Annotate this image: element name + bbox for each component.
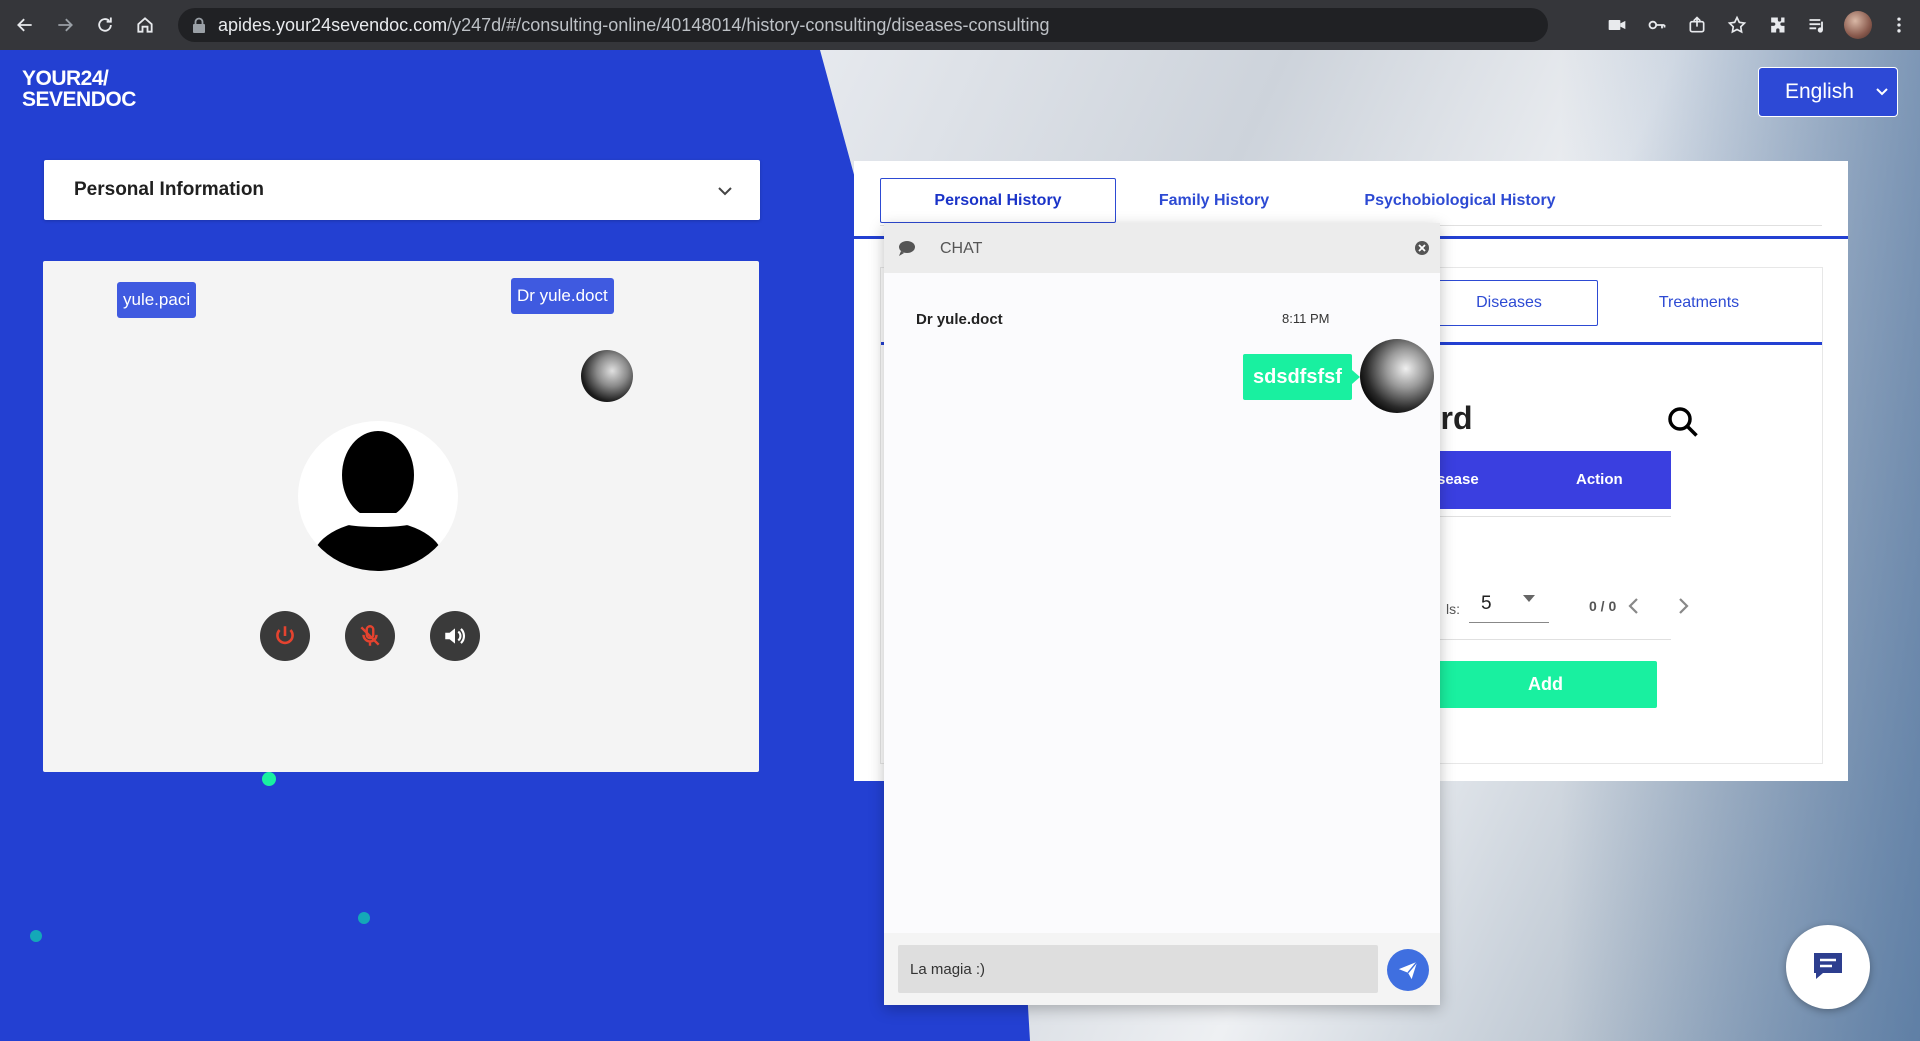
chevron-right-icon[interactable] xyxy=(1673,595,1693,617)
personal-information-accordion[interactable]: Personal Information xyxy=(44,160,760,220)
page: YOUR24/ SEVENDOC English Personal Inform… xyxy=(0,50,1920,1041)
bookmark-star-icon[interactable] xyxy=(1724,12,1750,38)
subtab-treatments[interactable]: Treatments xyxy=(1624,280,1774,326)
chat-title: CHAT xyxy=(940,240,983,257)
language-select[interactable]: English xyxy=(1758,67,1898,117)
home-icon[interactable] xyxy=(130,10,160,40)
accordion-title: Personal Information xyxy=(74,179,265,200)
language-selected: English xyxy=(1785,80,1854,103)
sender-avatar xyxy=(1360,339,1434,413)
add-button[interactable]: Add xyxy=(1434,661,1657,708)
video-call-panel: yule.paci Dr yule.doct xyxy=(43,261,759,772)
history-tabs: Personal History Family History Psychobi… xyxy=(880,178,1822,226)
chat-header: CHAT xyxy=(884,223,1440,273)
message-time: 8:11 PM xyxy=(1282,311,1330,326)
camera-icon[interactable] xyxy=(1604,12,1630,38)
media-queue-icon[interactable] xyxy=(1804,12,1830,38)
decor-dot xyxy=(358,912,370,924)
tab-family-history[interactable]: Family History xyxy=(1146,178,1282,223)
kebab-menu-icon[interactable] xyxy=(1886,12,1912,38)
speaker-button[interactable] xyxy=(430,611,480,661)
chat-message-icon xyxy=(1814,953,1842,979)
profile-avatar[interactable] xyxy=(1844,11,1872,39)
chat-message-input[interactable] xyxy=(898,945,1378,993)
doctor-name-tag: Dr yule.doct xyxy=(511,278,614,314)
pagination-count: 0 / 0 xyxy=(1589,598,1617,614)
extensions-icon[interactable] xyxy=(1764,12,1790,38)
rows-per-page-label: ls: xyxy=(1446,601,1460,617)
close-icon[interactable] xyxy=(1414,240,1430,256)
decor-dot xyxy=(262,772,276,786)
chevron-left-icon[interactable] xyxy=(1624,595,1644,617)
subtab-diseases[interactable]: Diseases xyxy=(1420,280,1598,326)
send-icon xyxy=(1398,961,1418,980)
patient-name-tag: yule.paci xyxy=(117,282,197,318)
chevron-down-icon xyxy=(1876,88,1888,96)
mute-button[interactable] xyxy=(345,611,395,661)
reload-icon[interactable] xyxy=(90,10,120,40)
message-sender: Dr yule.doct xyxy=(916,311,1003,328)
doctor-video-thumbnail xyxy=(581,350,633,402)
column-header-action: Action xyxy=(1576,471,1623,488)
send-button[interactable] xyxy=(1387,949,1429,991)
browser-toolbar: apides.your24sevendoc.com/y247d/#/consul… xyxy=(0,0,1920,50)
forward-icon[interactable] xyxy=(50,10,80,40)
share-icon[interactable] xyxy=(1684,12,1710,38)
tab-personal-history[interactable]: Personal History xyxy=(880,178,1116,223)
brand-logo[interactable]: YOUR24/ SEVENDOC xyxy=(22,68,142,114)
chevron-down-icon xyxy=(718,187,732,196)
search-icon[interactable] xyxy=(1666,405,1700,439)
chat-bubble-icon xyxy=(899,241,915,256)
chat-composer xyxy=(884,933,1440,1005)
back-icon[interactable] xyxy=(10,10,40,40)
chat-window: CHAT Dr yule.doct 8:11 PM sdsdfsfsf xyxy=(884,223,1440,1005)
url-text: apides.your24sevendoc.com/y247d/#/consul… xyxy=(218,14,1050,35)
address-bar[interactable]: apides.your24sevendoc.com/y247d/#/consul… xyxy=(178,8,1548,42)
rows-per-page-select[interactable]: 5 xyxy=(1469,583,1549,623)
tab-psychobiological-history[interactable]: Psychobiological History xyxy=(1360,178,1560,223)
power-icon xyxy=(276,626,294,645)
browser-actions xyxy=(1604,8,1912,42)
speaker-icon xyxy=(445,628,465,644)
message-bubble: sdsdfsfsf xyxy=(1243,354,1360,400)
patient-avatar xyxy=(298,421,458,571)
open-chat-button[interactable] xyxy=(1786,925,1870,1009)
key-icon[interactable] xyxy=(1644,12,1670,38)
caret-down-icon xyxy=(1523,595,1535,602)
end-call-button[interactable] xyxy=(260,611,310,661)
decor-dot xyxy=(30,930,42,942)
mic-off-icon xyxy=(360,625,380,646)
lock-icon xyxy=(193,17,205,33)
